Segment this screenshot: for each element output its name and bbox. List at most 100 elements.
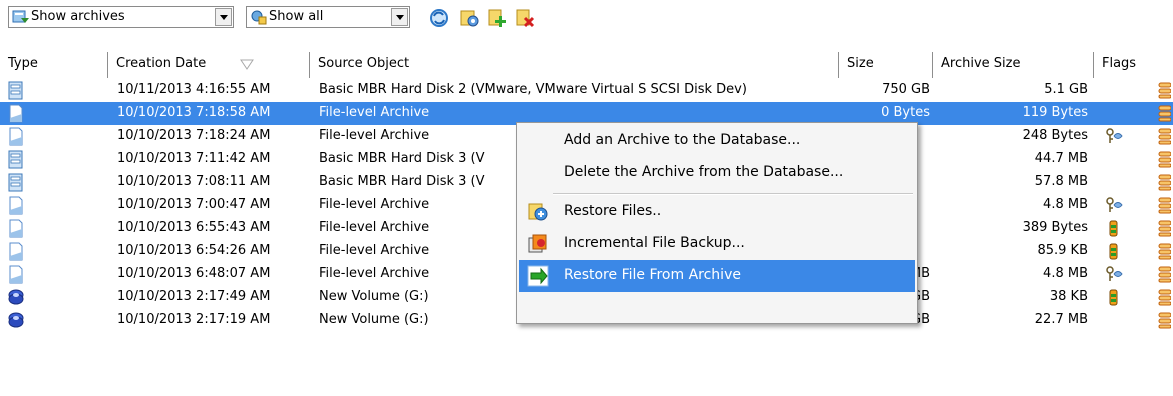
file-archive-icon (9, 265, 23, 284)
disk-image-icon (8, 173, 23, 192)
incremental-flag-icon (1109, 243, 1118, 260)
creation-date-cell: 10/10/2013 7:18:24 AM (117, 128, 271, 143)
incremental-backup-icon (528, 234, 547, 253)
column-creation-date[interactable]: Creation Date (108, 52, 310, 78)
file-archive-icon (9, 104, 23, 123)
chain-flag-icon (1158, 266, 1171, 283)
creation-date-cell: 10/10/2013 6:48:07 AM (117, 266, 271, 281)
source-object-cell: File-level Archive (319, 197, 430, 212)
menu-item-label: Delete the Archive from the Database... (564, 164, 844, 180)
key-flag-icon (1106, 197, 1123, 212)
incremental-flag-icon (1109, 220, 1118, 237)
creation-date-cell: 10/10/2013 7:08:11 AM (117, 174, 271, 189)
menu-item-restore-files[interactable]: Restore Files.. (519, 196, 915, 228)
chain-flag-icon (1158, 174, 1171, 191)
menu-item-incremental-file-backup[interactable]: Incremental File Backup... (519, 228, 915, 260)
column-type[interactable]: Type (0, 52, 108, 78)
key-flag-icon (1106, 266, 1123, 281)
archive-size-cell: 4.8 MB (1043, 197, 1088, 212)
refresh-icon[interactable] (428, 7, 450, 29)
disk-image-icon (8, 150, 23, 169)
archive-size-cell: 22.7 MB (1034, 312, 1088, 327)
archive-table-header: Type Creation Date Source Object Size Ar… (0, 52, 1173, 78)
chain-flag-icon (1158, 312, 1171, 329)
source-object-cell: Basic MBR Hard Disk 3 (V (319, 151, 485, 166)
archive-size-cell: 248 Bytes (1022, 128, 1088, 143)
size-cell: 0 Bytes (881, 105, 930, 120)
archive-size-cell: 85.9 KB (1037, 243, 1088, 258)
column-archive-size[interactable]: Archive Size (933, 52, 1094, 78)
restore-files-icon (528, 203, 548, 221)
chain-flag-icon (1158, 197, 1171, 214)
file-archive-icon (9, 196, 23, 215)
file-archive-icon (9, 219, 23, 238)
source-object-cell: File-level Archive (319, 243, 430, 258)
archive-size-cell: 119 Bytes (1022, 105, 1088, 120)
chain-flag-icon (1158, 289, 1171, 306)
creation-date-cell: 10/10/2013 7:11:42 AM (117, 151, 271, 166)
source-object-cell: File-level Archive (319, 220, 430, 235)
creation-date-cell: 10/11/2013 4:16:55 AM (117, 82, 271, 97)
menu-item-delete-archive[interactable]: Delete the Archive from the Database... (519, 157, 915, 189)
size-cell: 750 GB (882, 82, 930, 97)
creation-date-cell: 10/10/2013 6:55:43 AM (117, 220, 271, 235)
creation-date-cell: 10/10/2013 2:17:49 AM (117, 289, 271, 304)
source-object-cell: New Volume (G:) (319, 289, 429, 304)
chain-flag-icon (1158, 151, 1171, 168)
file-archive-icon (9, 127, 23, 146)
source-object-cell: File-level Archive (319, 266, 430, 281)
column-flags[interactable]: Flags (1094, 52, 1173, 78)
menu-item-label: Add an Archive to the Database... (564, 132, 801, 148)
chevron-down-icon[interactable] (215, 8, 232, 26)
show-all-icon (251, 10, 267, 25)
archive-size-cell: 389 Bytes (1022, 220, 1088, 235)
chain-flag-icon (1158, 243, 1171, 260)
scope-filter-value: Show all (269, 9, 324, 24)
scope-filter-dropdown[interactable]: Show all (246, 6, 410, 28)
creation-date-cell: 10/10/2013 7:00:47 AM (117, 197, 271, 212)
key-flag-icon (1106, 128, 1123, 143)
source-object-cell: File-level Archive (319, 105, 430, 120)
creation-date-cell: 10/10/2013 7:18:58 AM (117, 105, 271, 120)
archives-filter-dropdown[interactable]: Show archives (8, 6, 234, 28)
menu-separator (553, 193, 913, 195)
chevron-down-icon[interactable] (391, 8, 408, 26)
chain-flag-icon (1158, 82, 1171, 99)
volume-icon (8, 289, 24, 305)
archive-properties-icon[interactable] (458, 7, 480, 29)
context-menu: Add an Archive to the Database... Delete… (516, 122, 918, 324)
creation-date-cell: 10/10/2013 6:54:26 AM (117, 243, 271, 258)
archive-size-cell: 38 KB (1049, 289, 1088, 304)
menu-item-add-archive[interactable]: Add an Archive to the Database... (519, 125, 915, 157)
chain-flag-icon (1158, 220, 1171, 237)
restore-arrow-icon (527, 265, 549, 287)
incremental-flag-icon (1109, 289, 1118, 306)
table-row[interactable]: 10/11/2013 4:16:55 AM Basic MBR Hard Disk… (0, 79, 1173, 102)
sort-descending-icon (240, 59, 254, 70)
archives-icon (12, 10, 29, 23)
source-object-cell: Basic MBR Hard Disk 2 (VMware, VMware Vi… (319, 82, 747, 97)
column-source-object[interactable]: Source Object (310, 52, 839, 78)
volume-icon (8, 312, 24, 328)
creation-date-cell: 10/10/2013 2:17:19 AM (117, 312, 271, 327)
archive-size-cell: 57.8 MB (1034, 174, 1088, 189)
archives-filter-value: Show archives (31, 9, 125, 24)
menu-item-label: Incremental File Backup... (564, 235, 745, 251)
file-archive-icon (9, 242, 23, 261)
source-object-cell: New Volume (G:) (319, 312, 429, 327)
chain-flag-icon (1158, 128, 1171, 145)
archive-size-cell: 4.8 MB (1043, 266, 1088, 281)
chain-flag-icon (1158, 105, 1171, 122)
archive-size-cell: 44.7 MB (1034, 151, 1088, 166)
column-size[interactable]: Size (839, 52, 933, 78)
add-archive-icon[interactable] (486, 7, 508, 29)
source-object-cell: File-level Archive (319, 128, 430, 143)
menu-item-label: Restore File From Archive (564, 267, 741, 283)
menu-item-restore-file-from-archive[interactable]: Restore File From Archive (519, 260, 915, 292)
menu-item-label: Restore Files.. (564, 203, 662, 219)
toolbar: Show archives Show all (0, 0, 1173, 40)
archive-size-cell: 5.1 GB (1044, 82, 1088, 97)
source-object-cell: Basic MBR Hard Disk 3 (V (319, 174, 485, 189)
disk-image-icon (8, 81, 23, 100)
delete-archive-icon[interactable] (514, 7, 536, 29)
